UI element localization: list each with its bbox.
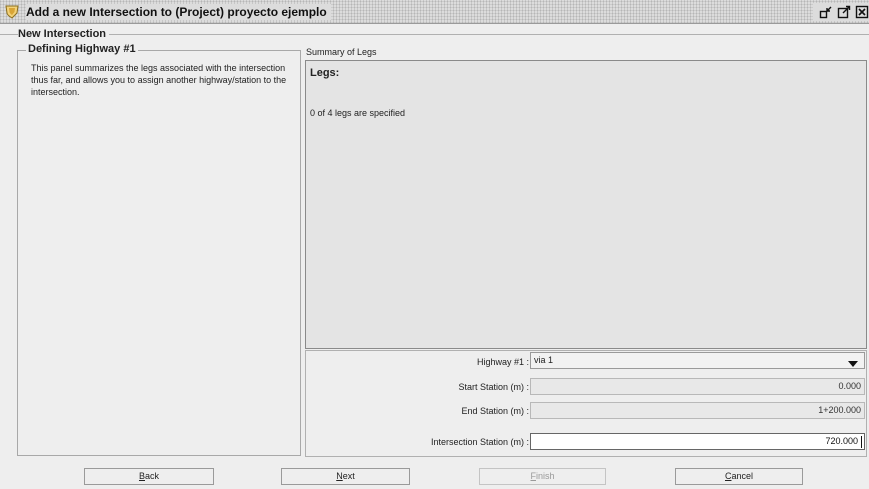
legs-summary-box: Legs: 0 of 4 legs are specified [305, 60, 867, 349]
panel-description: This panel summarizes the legs associate… [31, 63, 287, 97]
defining-highway-panel [17, 50, 301, 456]
next-label: ext [342, 471, 355, 481]
finish-label: inish [535, 471, 555, 481]
intersection-station-input[interactable]: 720.000 [530, 433, 865, 450]
maximize-icon[interactable] [837, 5, 851, 19]
end-station-field: 1+200.000 [530, 402, 865, 419]
minimize-icon[interactable] [819, 5, 833, 19]
title-bar[interactable]: Add a new Intersection to (Project) proy… [0, 0, 869, 24]
start-station-field: 0.000 [530, 378, 865, 395]
text-caret [861, 436, 862, 448]
finish-button: Finish [479, 468, 606, 485]
intersection-station-label: Intersection Station (m) : [430, 437, 529, 447]
close-icon[interactable] [855, 5, 869, 19]
highway-select-value: via 1 [534, 355, 554, 365]
legs-title: Legs: [310, 67, 340, 79]
shield-icon [4, 4, 20, 19]
back-button[interactable]: Back [84, 468, 214, 485]
group-rule [0, 34, 869, 35]
start-station-value: 0.000 [838, 381, 861, 391]
end-station-value: 1+200.000 [818, 405, 861, 415]
summary-of-legs-label: Summary of Legs [306, 47, 377, 57]
highway-label: Highway #1 : [476, 357, 529, 367]
cancel-button[interactable]: Cancel [675, 468, 803, 485]
cancel-label: ancel [731, 471, 753, 481]
group-title: New Intersection [18, 28, 110, 40]
legs-count-text: 0 of 4 legs are specified [310, 108, 406, 118]
end-station-label: End Station (m) : [461, 406, 529, 416]
intersection-station-value: 720.000 [825, 436, 858, 446]
start-station-label: Start Station (m) : [458, 382, 529, 392]
next-button[interactable]: Next [281, 468, 410, 485]
chevron-down-icon [848, 358, 858, 367]
window-controls [813, 3, 869, 21]
defining-highway-legend: Defining Highway #1 [26, 43, 138, 55]
highway-select[interactable]: via 1 [530, 352, 865, 369]
window-title: Add a new Intersection to (Project) proy… [26, 4, 331, 20]
back-label: ack [145, 471, 160, 481]
